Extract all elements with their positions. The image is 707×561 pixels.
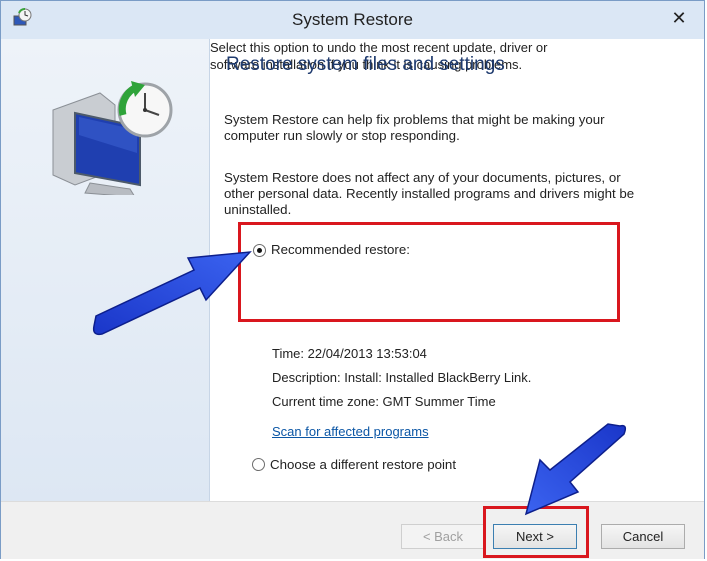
blue-arrow-icon [524, 423, 627, 516]
back-button[interactable]: < Back [401, 524, 485, 549]
title-bar: System Restore ✕ [1, 1, 704, 39]
close-button[interactable]: ✕ [664, 7, 694, 29]
system-restore-illustration [52, 81, 173, 195]
recommended-restore-label[interactable]: Recommended restore: [271, 242, 410, 257]
different-restore-point-radio[interactable] [252, 458, 265, 471]
info-paragraph: System Restore does not affect any of yo… [224, 170, 635, 217]
page-heading: Restore system files and settings [226, 54, 505, 75]
intro-paragraph: System Restore can help fix problems tha… [224, 112, 605, 143]
restore-timezone: Current time zone: GMT Summer Time [272, 394, 496, 409]
scan-affected-programs-link[interactable]: Scan for affected programs [272, 424, 429, 439]
cancel-button[interactable]: Cancel [601, 524, 685, 549]
restore-time: Time: 22/04/2013 13:53:04 [272, 346, 427, 361]
close-icon: ✕ [671, 8, 687, 28]
different-restore-point-label[interactable]: Choose a different restore point [270, 457, 456, 472]
recommended-highlight-box [238, 222, 620, 322]
restore-description: Description: Install: Installed BlackBer… [272, 370, 532, 385]
blue-arrow-icon [92, 251, 252, 336]
window-title: System Restore [292, 10, 413, 29]
